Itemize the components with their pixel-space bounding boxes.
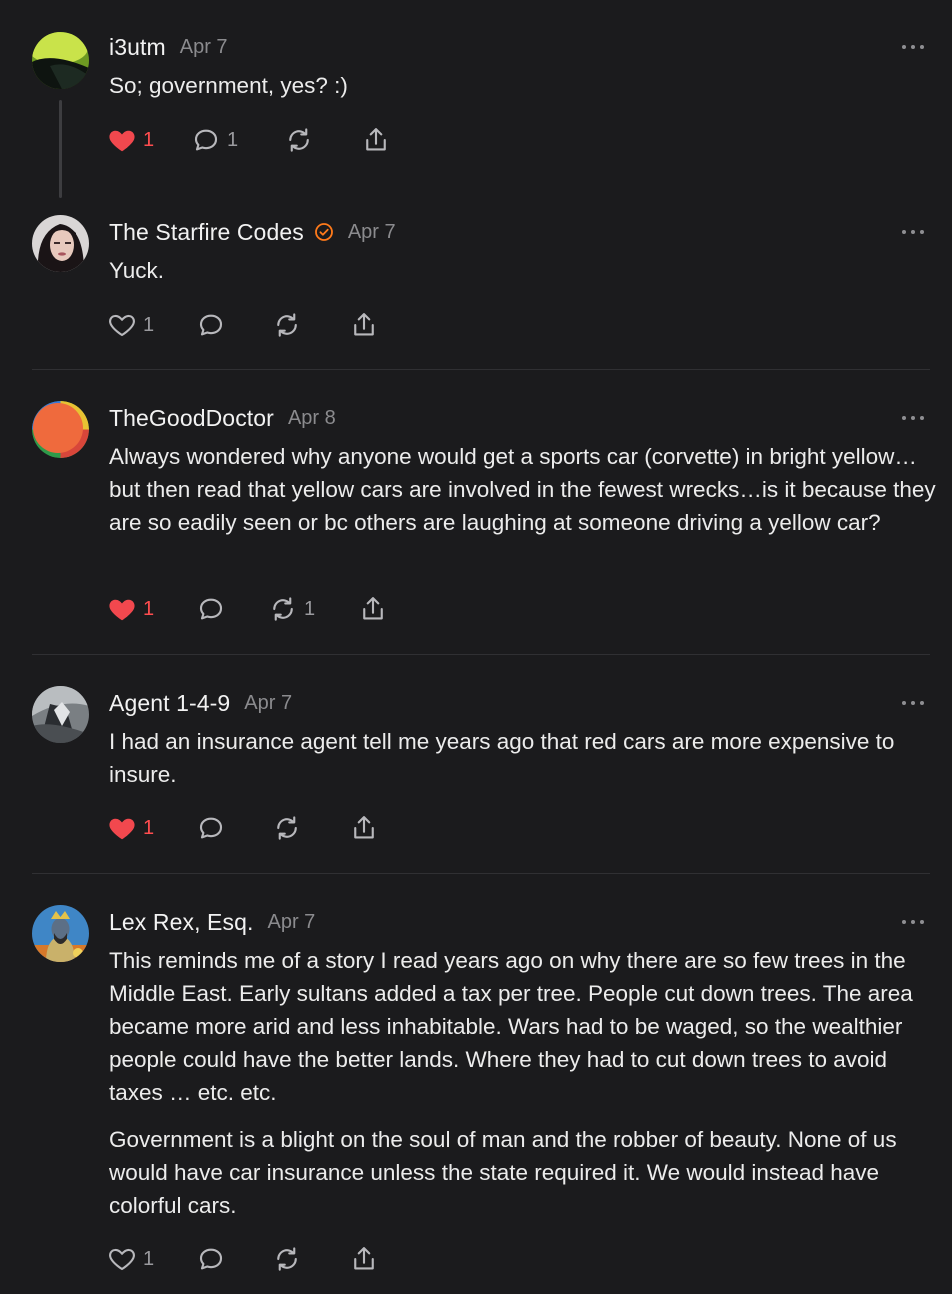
- avatar[interactable]: [32, 215, 89, 272]
- share-icon: [354, 313, 374, 336]
- avatar[interactable]: [32, 905, 89, 962]
- comment-body: So; government, yes? :): [109, 69, 939, 116]
- restack-icon: [289, 128, 309, 152]
- restack-button[interactable]: [272, 308, 302, 342]
- comment-text: Government is a blight on the soul of ma…: [109, 1127, 897, 1218]
- comment-bubble-icon: [194, 129, 218, 151]
- share-button[interactable]: [349, 811, 379, 845]
- reply-button[interactable]: [196, 811, 226, 845]
- comment-date[interactable]: Apr 8: [288, 407, 336, 430]
- share-button[interactable]: [349, 1242, 379, 1276]
- like-button[interactable]: 1: [107, 592, 154, 626]
- like-button[interactable]: 1: [107, 811, 154, 845]
- restack-button[interactable]: [284, 123, 314, 157]
- like-count: 1: [143, 128, 155, 151]
- avatar[interactable]: [32, 32, 89, 89]
- author-name[interactable]: TheGoodDoctor: [109, 405, 274, 432]
- comment-header: i3utm Apr 7: [109, 32, 228, 62]
- avatar[interactable]: [32, 686, 89, 743]
- like-count: 1: [143, 313, 155, 336]
- like-count: 1: [143, 1247, 155, 1270]
- divider: [32, 654, 930, 655]
- reply-button[interactable]: [196, 1242, 226, 1276]
- comment-header: The Starfire Codes Apr 7: [109, 217, 396, 247]
- reply-button[interactable]: 1: [191, 123, 238, 157]
- restack-icon: [277, 313, 297, 337]
- restack-icon: [277, 1247, 297, 1271]
- restack-icon: [277, 816, 297, 840]
- comment-bubble-icon: [199, 1248, 223, 1270]
- comment-text: I had an insurance agent tell me years a…: [109, 729, 895, 787]
- comment-feed: i3utm Apr 7 So; government, yes? :) 1 1: [0, 0, 952, 1294]
- thread-line: [59, 100, 62, 198]
- reply-count: 1: [227, 128, 239, 151]
- comment-text: Always wondered why anyone would get a s…: [109, 444, 936, 535]
- comment-header: Lex Rex, Esq. Apr 7: [109, 907, 315, 937]
- heart-filled-icon: [109, 818, 135, 840]
- comment-date[interactable]: Apr 7: [267, 911, 315, 934]
- share-icon: [354, 816, 374, 839]
- like-button[interactable]: 1: [107, 1242, 154, 1276]
- comment-body: Yuck.: [109, 254, 939, 301]
- comment-date[interactable]: Apr 7: [180, 36, 228, 59]
- comment-date[interactable]: Apr 7: [244, 692, 292, 715]
- comment-bubble-icon: [199, 314, 223, 336]
- like-count: 1: [143, 597, 155, 620]
- restack-button[interactable]: [272, 1242, 302, 1276]
- verified-badge-icon: [314, 223, 333, 241]
- like-button[interactable]: 1: [107, 308, 154, 342]
- more-options-icon[interactable]: [902, 228, 924, 236]
- restack-button[interactable]: [272, 811, 302, 845]
- divider: [32, 369, 930, 370]
- like-count: 1: [143, 816, 155, 839]
- comment-body: Always wondered why anyone would get a s…: [109, 440, 939, 553]
- share-icon: [366, 128, 386, 151]
- restack-count: 1: [304, 597, 316, 620]
- comment-date[interactable]: Apr 7: [348, 221, 396, 244]
- comment-bubble-icon: [199, 817, 223, 839]
- comment-text: So; government, yes? :): [109, 73, 348, 98]
- avatar[interactable]: [32, 401, 89, 458]
- like-button[interactable]: 1: [107, 123, 154, 157]
- comment-header: Agent 1-4-9 Apr 7: [109, 688, 292, 718]
- reply-button[interactable]: [196, 308, 226, 342]
- restack-icon: [273, 597, 293, 621]
- divider: [32, 873, 930, 874]
- share-button[interactable]: [361, 123, 391, 157]
- comment-text: This reminds me of a story I read years …: [109, 948, 913, 1105]
- author-name[interactable]: i3utm: [109, 34, 166, 61]
- heart-filled-icon: [109, 130, 135, 152]
- share-icon: [354, 1247, 374, 1270]
- heart-filled-icon: [109, 599, 135, 621]
- more-options-icon[interactable]: [902, 918, 924, 926]
- more-options-icon[interactable]: [902, 699, 924, 707]
- comment-body: I had an insurance agent tell me years a…: [109, 725, 939, 805]
- comment-body: This reminds me of a story I read years …: [109, 944, 939, 1236]
- share-button[interactable]: [358, 592, 388, 626]
- share-icon: [363, 597, 383, 620]
- restack-button[interactable]: 1: [268, 592, 315, 626]
- comment-bubble-icon: [199, 598, 223, 620]
- heart-outline-icon: [109, 314, 135, 337]
- author-name[interactable]: Lex Rex, Esq.: [109, 909, 253, 936]
- more-options-icon[interactable]: [902, 43, 924, 51]
- comment-text: Yuck.: [109, 258, 165, 283]
- comment-header: TheGoodDoctor Apr 8: [109, 403, 336, 433]
- author-name[interactable]: Agent 1-4-9: [109, 690, 230, 717]
- author-name[interactable]: The Starfire Codes: [109, 219, 304, 246]
- more-options-icon[interactable]: [902, 414, 924, 422]
- reply-button[interactable]: [196, 592, 226, 626]
- heart-outline-icon: [109, 1248, 135, 1271]
- share-button[interactable]: [349, 308, 379, 342]
